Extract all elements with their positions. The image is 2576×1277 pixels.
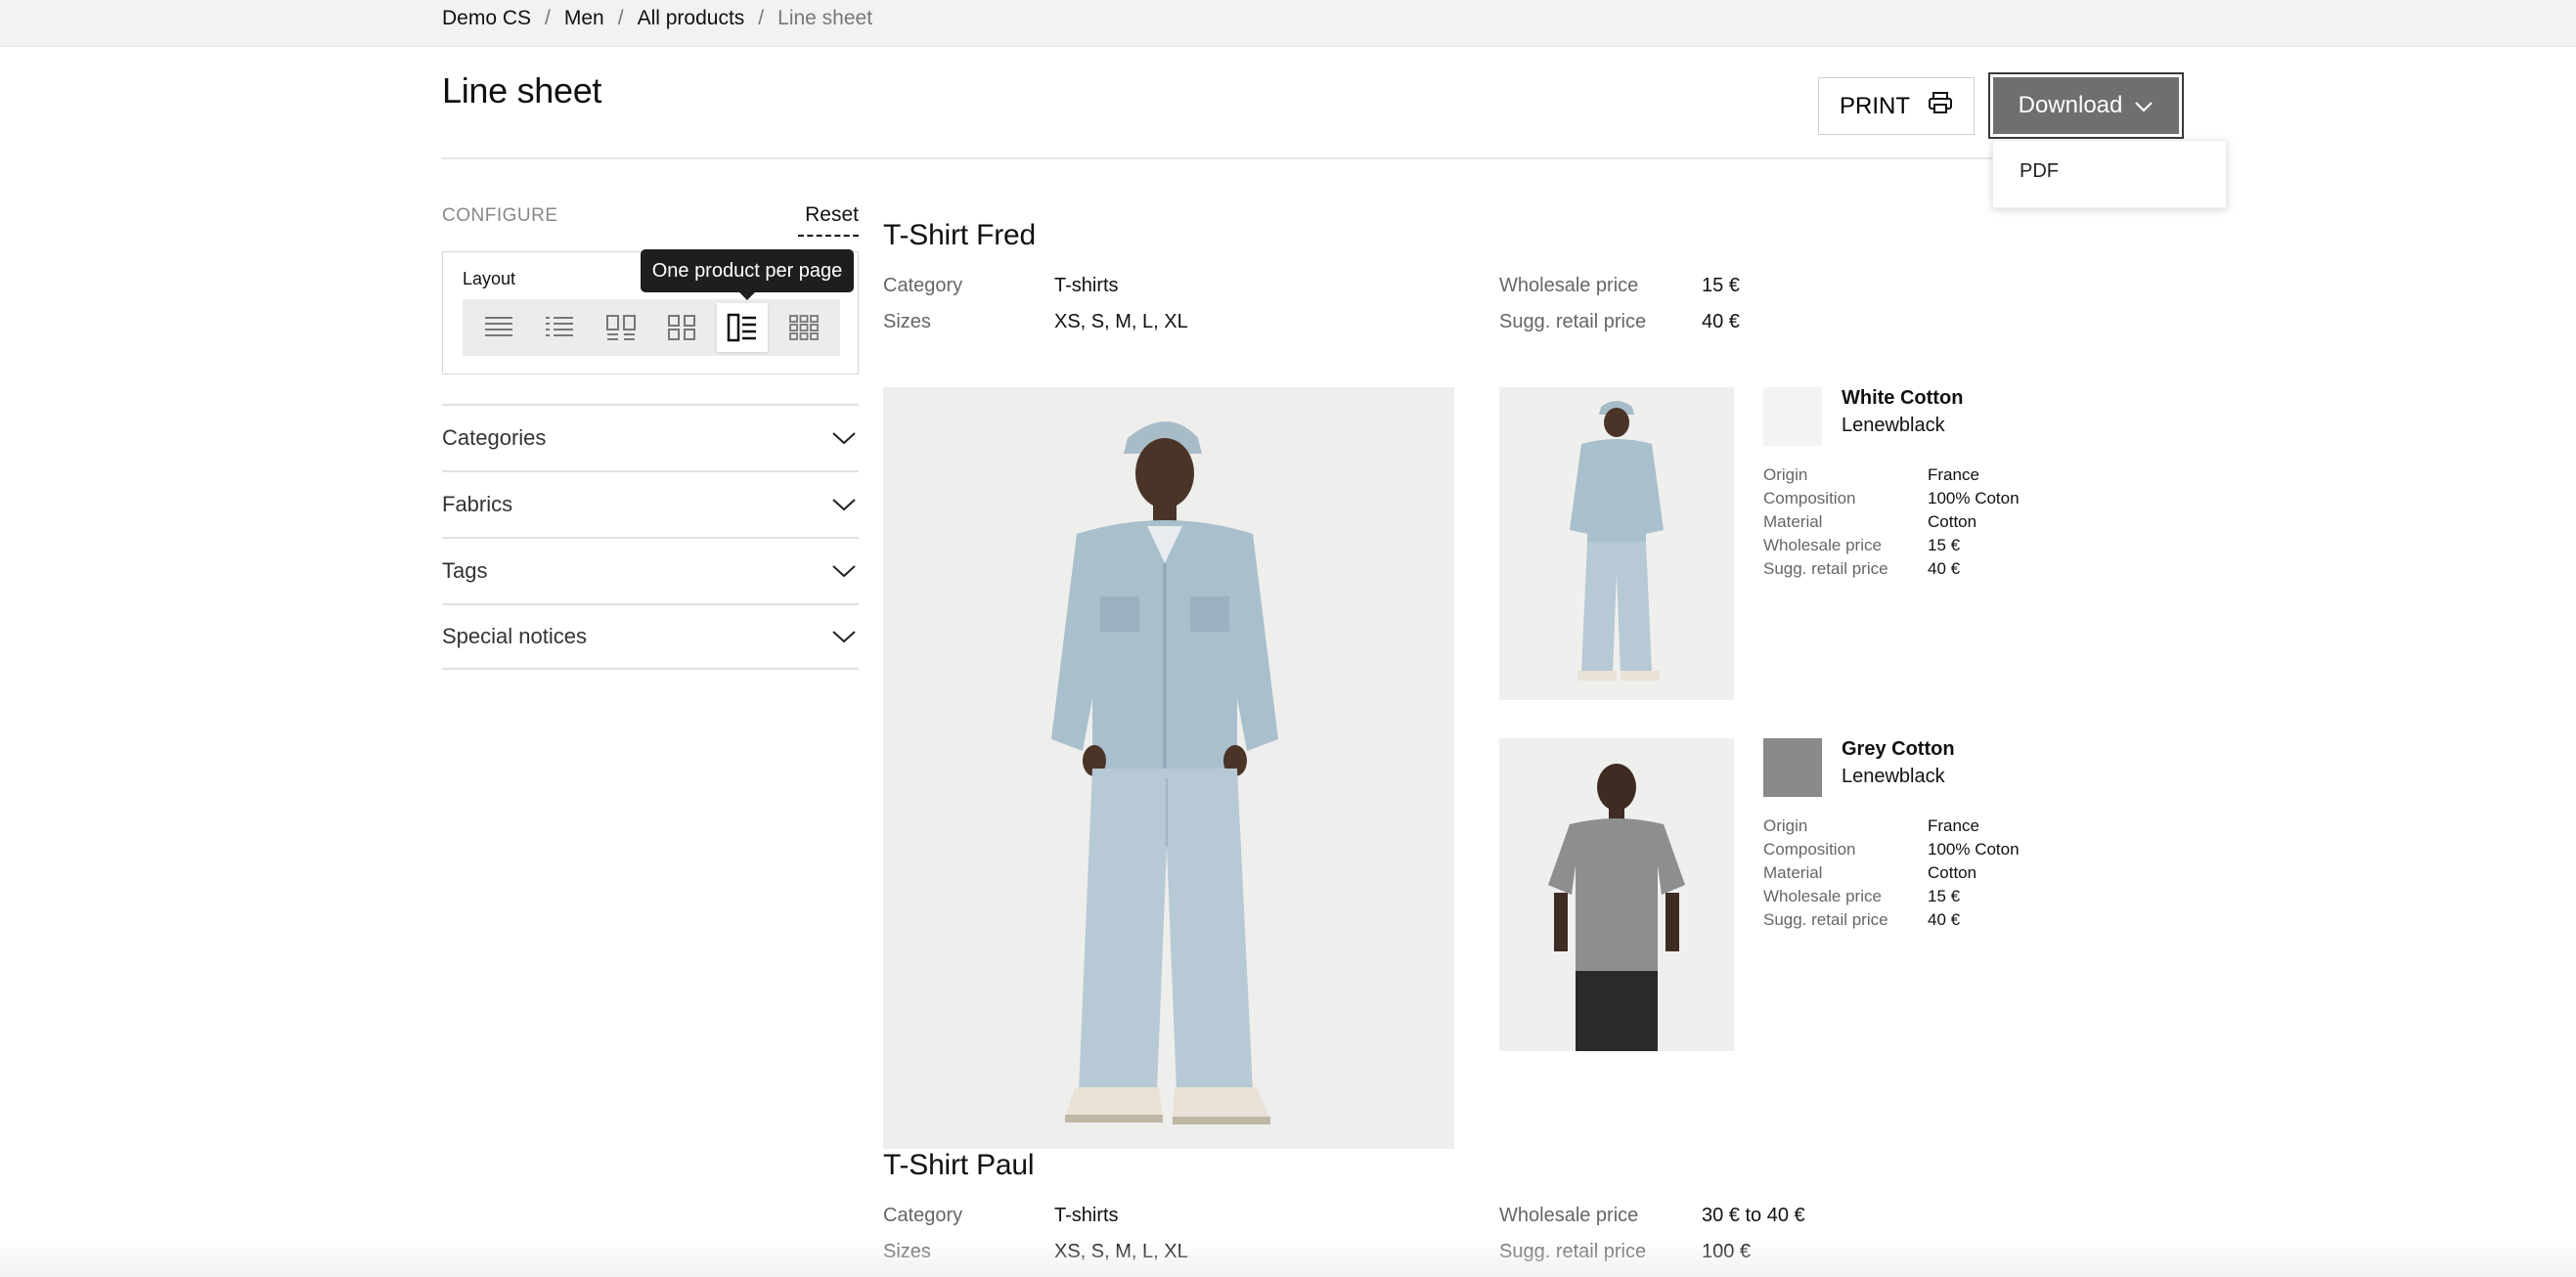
filter-label: Categories xyxy=(442,425,547,450)
breadcrumb: Demo CS / Men / All products / Line shee… xyxy=(442,0,872,37)
color-swatch xyxy=(1763,387,1822,446)
breadcrumb-demo-cs[interactable]: Demo CS xyxy=(442,7,531,30)
chevron-down-icon xyxy=(832,499,856,511)
reset-button[interactable]: Reset xyxy=(798,203,859,237)
spec-label: Wholesale price xyxy=(1763,536,1882,554)
attr-value-sizes: XS, S, M, L, XL xyxy=(1054,1241,1188,1262)
attr-value-wholesale: 15 € xyxy=(1702,275,1740,296)
attr-value-retail: 40 € xyxy=(1702,311,1740,332)
spec-value: 40 € xyxy=(1928,559,1961,578)
breadcrumb-separator: / xyxy=(758,7,765,29)
download-button[interactable]: Download xyxy=(1988,72,2184,139)
chevron-down-icon xyxy=(832,565,856,578)
layout-grid-2-button[interactable] xyxy=(656,303,707,352)
product-title: T-Shirt Paul xyxy=(883,1149,1035,1181)
spec-value: 100% Coton xyxy=(1928,840,2020,859)
variant-image xyxy=(1499,738,1734,1051)
top-bar xyxy=(0,0,2576,47)
filter-label: Tags xyxy=(442,558,488,583)
list-dense-icon xyxy=(485,317,513,336)
attr-label-category: Category xyxy=(883,275,963,296)
one-per-page-icon xyxy=(728,313,757,342)
grid-3-icon xyxy=(788,315,819,340)
spec-label: Sugg. retail price xyxy=(1763,559,1888,578)
chevron-down-icon xyxy=(2134,92,2154,119)
attr-label-wholesale: Wholesale price xyxy=(1499,1205,1639,1226)
layout-options xyxy=(463,299,840,356)
spec-value: Cotton xyxy=(1928,512,1977,531)
variant-name: Grey Cotton xyxy=(1842,738,1955,760)
print-button[interactable]: PRINT xyxy=(1818,77,1975,135)
scroll-fade xyxy=(0,1238,2576,1277)
spec-value: France xyxy=(1928,465,1979,484)
layout-one-per-page-button[interactable] xyxy=(717,303,769,352)
page-title: Line sheet xyxy=(442,70,602,110)
spec-label: Material xyxy=(1763,863,1823,882)
download-option-pdf[interactable]: PDF xyxy=(2020,160,2059,183)
chevron-down-icon xyxy=(832,432,856,445)
layout-grid-2-with-text-button[interactable] xyxy=(596,303,646,352)
product-title: T-Shirt Fred xyxy=(883,219,1036,251)
filter-categories[interactable]: Categories xyxy=(442,404,859,470)
spec-value: France xyxy=(1928,816,1979,835)
chevron-down-icon xyxy=(832,631,856,643)
spec-value: 100% Coton xyxy=(1928,489,2020,507)
attr-value-category: T-shirts xyxy=(1054,275,1119,296)
attr-label-sizes: Sizes xyxy=(883,311,931,332)
variant-brand: Lenewblack xyxy=(1842,766,1945,787)
grid-2-with-text-icon xyxy=(605,315,636,340)
spec-label: Wholesale price xyxy=(1763,887,1882,905)
breadcrumb-men[interactable]: Men xyxy=(564,7,604,30)
filter-label: Special notices xyxy=(442,624,587,648)
attr-label-wholesale: Wholesale price xyxy=(1499,275,1639,296)
spec-label: Origin xyxy=(1763,816,1808,835)
download-button-label: Download xyxy=(2018,92,2123,118)
filter-fabrics[interactable]: Fabrics xyxy=(442,470,859,537)
breadcrumb-separator: / xyxy=(545,7,551,29)
variant-image xyxy=(1499,387,1734,700)
attr-value-wholesale: 30 € to 40 € xyxy=(1702,1205,1805,1226)
configure-heading: CONFIGURE xyxy=(442,205,558,226)
download-menu: PDF xyxy=(1992,140,2227,208)
filter-accordion: Categories Fabrics Tags Special notices xyxy=(442,404,859,670)
filter-tags[interactable]: Tags xyxy=(442,537,859,603)
spec-label: Origin xyxy=(1763,465,1808,484)
title-divider xyxy=(442,157,2184,159)
breadcrumb-separator: / xyxy=(617,7,624,29)
filter-label: Fabrics xyxy=(442,492,513,516)
product-main-image xyxy=(883,387,1454,1149)
layout-tooltip: One product per page xyxy=(641,249,854,300)
attr-value-sizes: XS, S, M, L, XL xyxy=(1054,311,1188,332)
variant-name: White Cotton xyxy=(1842,387,1964,409)
attr-value-retail: 100 € xyxy=(1702,1241,1752,1262)
variant-brand: Lenewblack xyxy=(1842,415,1945,436)
list-bullets-icon xyxy=(546,317,574,336)
printer-icon xyxy=(1928,91,1953,121)
spec-label: Sugg. retail price xyxy=(1763,910,1888,929)
grid-2-icon xyxy=(668,315,696,340)
layout-grid-3-button[interactable] xyxy=(778,303,829,352)
spec-value: Cotton xyxy=(1928,863,1977,882)
layout-list-bullets-button[interactable] xyxy=(534,303,585,352)
spec-label: Material xyxy=(1763,512,1823,531)
layout-list-dense-button[interactable] xyxy=(473,303,524,352)
spec-value: 15 € xyxy=(1928,887,1961,905)
breadcrumb-all-products[interactable]: All products xyxy=(638,7,745,30)
attr-label-retail: Sugg. retail price xyxy=(1499,1241,1647,1262)
attr-label-category: Category xyxy=(883,1205,963,1226)
attr-value-category: T-shirts xyxy=(1054,1205,1119,1226)
spec-label: Composition xyxy=(1763,489,1856,507)
color-swatch xyxy=(1763,738,1822,797)
attr-label-sizes: Sizes xyxy=(883,1241,931,1262)
breadcrumb-line-sheet: Line sheet xyxy=(777,7,873,29)
attr-label-retail: Sugg. retail price xyxy=(1499,311,1647,332)
layout-label: Layout xyxy=(463,269,516,288)
print-button-label: PRINT xyxy=(1840,92,1910,119)
spec-value: 40 € xyxy=(1928,910,1961,929)
spec-value: 15 € xyxy=(1928,536,1961,554)
filter-special-notices[interactable]: Special notices xyxy=(442,603,859,670)
spec-label: Composition xyxy=(1763,840,1856,859)
